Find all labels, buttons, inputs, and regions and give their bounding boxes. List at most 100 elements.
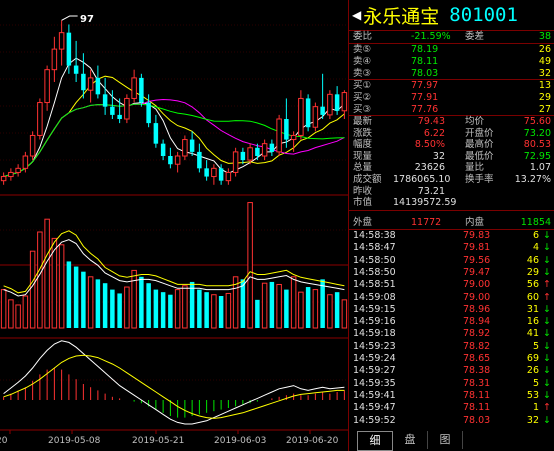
volume-bar — [160, 292, 166, 328]
tick-row: 14:58:47 79.81 4 ↓ — [353, 242, 551, 254]
candle — [81, 73, 86, 91]
volume-bar — [276, 283, 282, 329]
candle — [117, 114, 122, 119]
stat-row: 最新 79.43 均价 75.60 — [353, 116, 551, 127]
candle — [247, 147, 253, 161]
candle — [204, 168, 209, 177]
volume-bar — [182, 285, 188, 329]
candle — [269, 143, 275, 152]
volume-bar — [58, 244, 65, 329]
volume-bar — [37, 231, 43, 329]
candle — [51, 48, 58, 71]
candle — [95, 77, 101, 95]
x-tick-label: 2019-05-21 — [132, 436, 184, 446]
candle — [153, 123, 159, 144]
volume-bar — [15, 304, 21, 329]
tab-chart[interactable]: 图 — [428, 431, 463, 449]
candle — [8, 171, 14, 178]
macd-indicator — [3, 340, 345, 425]
candle — [22, 155, 29, 169]
tick-row: 14:59:35 78.31 5 ↓ — [353, 377, 551, 389]
candle — [240, 151, 246, 161]
volume-bar — [73, 266, 79, 328]
candle — [284, 119, 289, 140]
volume-bar — [204, 292, 209, 328]
candle — [37, 102, 43, 136]
tick-row: 14:59:24 78.65 69 ↓ — [353, 353, 551, 364]
tick-row: 14:58:50 79.56 46 ↓ — [353, 254, 551, 266]
volume-bar — [139, 276, 144, 328]
order-ratio-row: 委比 -21.59% 委差 38 — [353, 31, 551, 42]
candle — [124, 97, 130, 120]
peak-label: 97 — [80, 14, 94, 25]
candle — [341, 92, 348, 112]
volume-bar — [22, 295, 29, 329]
tick-row: 14:59:47 78.11 1 ↑ — [353, 402, 551, 414]
buy-level: 买③ 77.76 27 — [353, 104, 551, 115]
quote-panel: ◀ 永乐通宝 801001 委比 -21.59% 委差 38 卖⑤ 78.19 26… — [348, 0, 554, 451]
candle — [312, 106, 319, 128]
candle — [189, 139, 195, 152]
volume-bar — [284, 289, 289, 328]
sell-level: 卖③ 78.03 32 — [353, 68, 551, 79]
candle — [211, 167, 217, 178]
tab-book[interactable]: 盘 — [393, 431, 428, 449]
volume-bar — [197, 289, 202, 328]
tick-row: 14:59:16 78.94 16 ↓ — [353, 316, 551, 328]
tick-row: 14:59:23 78.82 5 ↓ — [353, 340, 551, 352]
tick-row: 14:58:51 79.00 56 ↑ — [353, 279, 551, 291]
candle — [232, 151, 239, 173]
candle — [334, 94, 340, 111]
candle — [174, 155, 181, 165]
candle — [261, 143, 268, 157]
volume-bar — [269, 281, 275, 328]
volume-bar — [211, 294, 217, 329]
tick-row: 14:59:18 78.92 41 ↓ — [353, 328, 551, 340]
kline-chart[interactable]: 20 2019-05-08 2019-05-21 2019-06-03 2019-06-… — [0, 0, 348, 451]
volume-bar — [174, 289, 181, 329]
candle — [160, 143, 166, 156]
candle — [255, 147, 260, 156]
stock-code: 801001 — [449, 4, 518, 26]
volume-bar — [146, 283, 151, 328]
panel-tabs: 细 盘 图 — [349, 429, 554, 451]
buy-level: 买② 77.91 29 — [353, 92, 551, 103]
volume-bar — [341, 299, 348, 329]
volume-bar — [261, 282, 268, 329]
tab-detail[interactable]: 细 — [357, 431, 393, 451]
volume-bar — [305, 287, 311, 328]
prev-arrow-icon[interactable]: ◀ — [352, 8, 361, 22]
x-tick-label: 2019-06-03 — [214, 436, 266, 446]
volume-bar — [312, 289, 319, 329]
candle — [102, 94, 108, 107]
candle — [218, 168, 224, 181]
volume-bar — [189, 281, 195, 328]
sell-level: 卖⑤ 78.19 26 — [353, 44, 551, 55]
candle — [131, 77, 137, 99]
volume-bar — [95, 279, 101, 328]
candle — [305, 98, 311, 128]
outer-inner-row: 外盘 11772 内盘 11854 — [353, 217, 551, 228]
sell-level: 卖④ 78.11 49 — [353, 56, 551, 67]
candle — [298, 97, 304, 136]
stat-row: 涨跌 6.22 开盘价 73.20 — [353, 127, 551, 139]
tick-row: 14:59:08 79.00 60 ↑ — [353, 291, 551, 303]
tick-row: 14:58:50 79.47 29 ↓ — [353, 266, 551, 278]
volume-bar — [153, 289, 159, 328]
volume-bar — [29, 250, 36, 329]
candle — [73, 65, 79, 74]
volume-bar — [0, 289, 7, 329]
stock-name: 永乐通宝 — [363, 5, 440, 28]
tick-row: 14:59:52 78.03 32 ↓ — [353, 414, 551, 426]
candle — [146, 102, 151, 124]
volume-bar — [87, 276, 94, 329]
volume-bar — [255, 299, 260, 328]
candle — [44, 69, 50, 104]
candle — [29, 134, 36, 157]
candle — [182, 139, 188, 157]
x-tick-label: 2019-05-08 — [48, 436, 101, 446]
candle — [87, 77, 94, 91]
candle — [139, 77, 144, 103]
volume-bar — [327, 294, 333, 329]
candle — [168, 156, 173, 165]
